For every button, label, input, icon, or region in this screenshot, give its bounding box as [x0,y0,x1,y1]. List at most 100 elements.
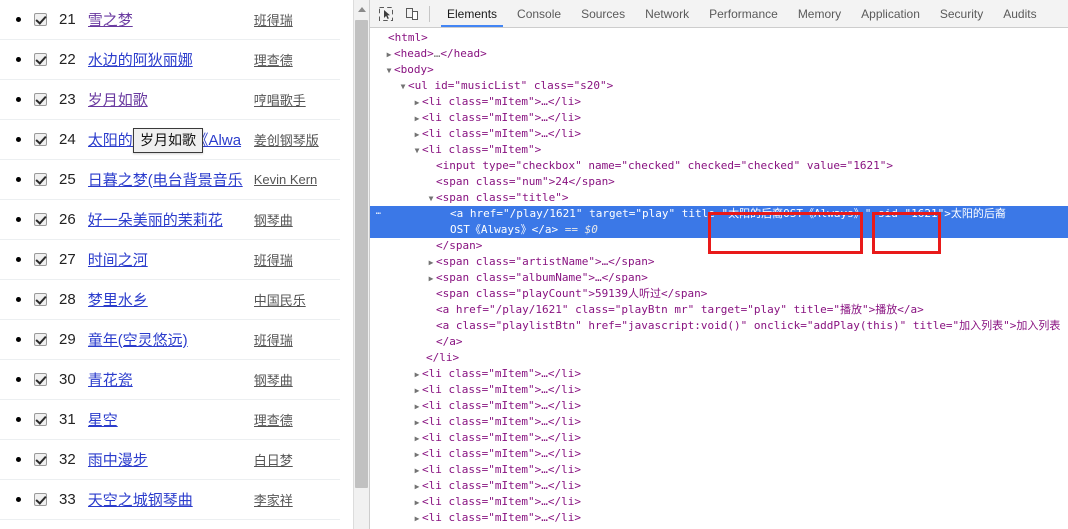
song-checkbox[interactable] [34,133,47,146]
dom-line-li-expanded[interactable]: ▼ <li class="mItem"> [370,142,1068,158]
collapse-arrow-icon[interactable]: ▼ [426,191,436,207]
artist-link[interactable]: 中国民乐 [254,293,306,308]
song-title-link[interactable]: 日暮之梦(电台背景音乐 [88,172,243,189]
artist-link[interactable]: 理查德 [254,53,293,68]
music-list-item[interactable]: 33 天空之城钢琴曲 李家祥 [0,480,340,520]
dom-line-span-playcount[interactable]: <span class="playCount">59139人听过</span> [370,286,1068,302]
device-toolbar-icon[interactable] [399,1,425,27]
dom-line-a-close[interactable]: </a> [370,334,1068,350]
expand-arrow-icon[interactable]: ▶ [412,463,422,479]
dom-line-li-close[interactable]: </li> [370,350,1068,366]
scroll-up-arrow-icon[interactable] [354,0,369,17]
dom-line-li-collapsed[interactable]: ▶<li class="mItem">…</li> [370,110,1068,126]
inspect-element-icon[interactable] [373,1,399,27]
expand-arrow-icon[interactable]: ▶ [412,127,422,143]
song-title-link[interactable]: 星空 [88,412,118,429]
page-scrollbar[interactable] [353,0,369,529]
devtools-tab-elements[interactable]: Elements [437,0,507,27]
dom-line-html[interactable]: <html> [370,30,1068,46]
song-title-link[interactable]: 岁月如歌 [88,92,148,109]
dom-line-li-collapsed[interactable]: ▶<li class="mItem">…</li> [370,94,1068,110]
music-list-item[interactable]: 28 梦里水乡 中国民乐 [0,280,340,320]
collapse-arrow-icon[interactable]: ▼ [384,63,394,79]
artist-link[interactable]: 钢琴曲 [254,373,293,388]
song-checkbox[interactable] [34,413,47,426]
expand-arrow-icon[interactable]: ▶ [412,111,422,127]
music-list-item[interactable]: 21 雪之梦 班得瑞 [0,0,340,40]
artist-link[interactable]: 理查德 [254,413,293,428]
expand-arrow-icon[interactable]: ▶ [384,47,394,63]
music-list-item[interactable]: 29 童年(空灵悠远) 班得瑞 [0,320,340,360]
dom-line-span-title-open[interactable]: ▼ <span class="title"> [370,190,1068,206]
music-list-item[interactable] [0,520,340,529]
song-checkbox[interactable] [34,213,47,226]
dom-line-span-artistname[interactable]: ▶ <span class="artistName">…</span> [370,254,1068,270]
artist-link[interactable]: Kevin Kern [254,172,318,187]
expand-arrow-icon[interactable]: ▶ [426,271,436,287]
expand-arrow-icon[interactable]: ▶ [412,447,422,463]
dom-line-li-collapsed[interactable]: ▶<li class="mItem">…</li> [370,462,1068,478]
music-list-item[interactable]: 25 日暮之梦(电台背景音乐 Kevin Kern [0,160,340,200]
artist-link[interactable]: 李家祥 [254,493,293,508]
expand-arrow-icon[interactable]: ▶ [412,383,422,399]
song-checkbox[interactable] [34,493,47,506]
devtools-tab-memory[interactable]: Memory [788,0,851,27]
dom-line-body[interactable]: ▼ <body> [370,62,1068,78]
song-title-link[interactable]: 雪之梦 [88,12,133,29]
dom-line-span-albumname[interactable]: ▶ <span class="albumName">…</span> [370,270,1068,286]
song-title-link[interactable]: 水边的阿狄丽娜 [88,52,193,69]
artist-link[interactable]: 钢琴曲 [254,213,293,228]
song-checkbox[interactable] [34,253,47,266]
collapse-arrow-icon[interactable]: ▼ [398,79,408,95]
dom-line-li-collapsed[interactable]: ▶<li class="mItem">…</li> [370,366,1068,382]
dom-line-li-collapsed[interactable]: ▶<li class="mItem">…</li> [370,430,1068,446]
song-checkbox[interactable] [34,373,47,386]
artist-link[interactable]: 白日梦 [254,453,293,468]
music-list-item[interactable]: 32 雨中漫步 白日梦 [0,440,340,480]
dom-line-li-collapsed[interactable]: ▶<li class="mItem">…</li> [370,414,1068,430]
music-list-item[interactable]: 26 好一朵美丽的茉莉花 钢琴曲 [0,200,340,240]
dom-tree-view[interactable]: <html> ▶ <head>…</head> ▼ <body> ▼ <ul id="… [370,28,1068,529]
expand-arrow-icon[interactable]: ▶ [412,95,422,111]
expand-arrow-icon[interactable]: ▶ [412,399,422,415]
devtools-tab-audits[interactable]: Audits [993,0,1046,27]
song-checkbox[interactable] [34,453,47,466]
song-title-link[interactable]: 好一朵美丽的茉莉花 [88,212,223,229]
dom-line-li-collapsed[interactable]: ▶<li class="mItem">…</li> [370,478,1068,494]
expand-arrow-icon[interactable]: ▶ [412,431,422,447]
dom-line-head[interactable]: ▶ <head>…</head> [370,46,1068,62]
dom-line-li-collapsed[interactable]: ▶<li class="mItem">…</li> [370,446,1068,462]
song-title-link[interactable]: 青花瓷 [88,372,133,389]
dom-line-li-collapsed[interactable]: ▶<li class="mItem">…</li> [370,382,1068,398]
song-checkbox[interactable] [34,173,47,186]
artist-link[interactable]: 班得瑞 [254,13,293,28]
expand-arrow-icon[interactable]: ▶ [412,495,422,511]
dom-line-anchor-selected[interactable]: ⋯ <a href="/play/1621" target="play" titl… [370,206,1068,222]
expand-arrow-icon[interactable]: ▶ [412,367,422,383]
expand-arrow-icon[interactable]: ▶ [426,255,436,271]
dom-line-li-collapsed[interactable]: ▶<li class="mItem">…</li> [370,494,1068,510]
artist-link[interactable]: 班得瑞 [254,253,293,268]
song-title-link[interactable]: 雨中漫步 [88,452,148,469]
devtools-tab-application[interactable]: Application [851,0,930,27]
dom-line-a-playbtn[interactable]: <a href="/play/1621" class="playBtn mr" … [370,302,1068,318]
dom-line-span-title-close[interactable]: </span> [370,238,1068,254]
song-checkbox[interactable] [34,53,47,66]
artist-link[interactable]: 姜创钢琴版 [254,133,319,148]
music-list-item[interactable]: 30 青花瓷 钢琴曲 [0,360,340,400]
music-list-item[interactable]: 23 岁月如歌 哼唱歌手 [0,80,340,120]
devtools-tab-performance[interactable]: Performance [699,0,788,27]
dom-line-li-collapsed[interactable]: ▶<li class="mItem">…</li> [370,126,1068,142]
dom-line-span-num[interactable]: <span class="num">24</span> [370,174,1068,190]
devtools-tab-network[interactable]: Network [635,0,699,27]
song-title-link[interactable]: 天空之城钢琴曲 [88,492,193,509]
dom-line-input-checkbox[interactable]: <input type="checkbox" name="checked" ch… [370,158,1068,174]
dom-line-a-playlistbtn[interactable]: <a class="playlistBtn" href="javascript:… [370,318,1068,334]
expand-arrow-icon[interactable]: ▶ [412,511,422,527]
devtools-tab-security[interactable]: Security [930,0,993,27]
overflow-dots-icon[interactable]: ⋯ [372,209,386,219]
music-list-item[interactable]: 31 星空 理查德 [0,400,340,440]
dom-line-li-collapsed[interactable]: ▶<li class="mItem">…</li> [370,510,1068,526]
collapse-arrow-icon[interactable]: ▼ [412,143,422,159]
song-checkbox[interactable] [34,293,47,306]
